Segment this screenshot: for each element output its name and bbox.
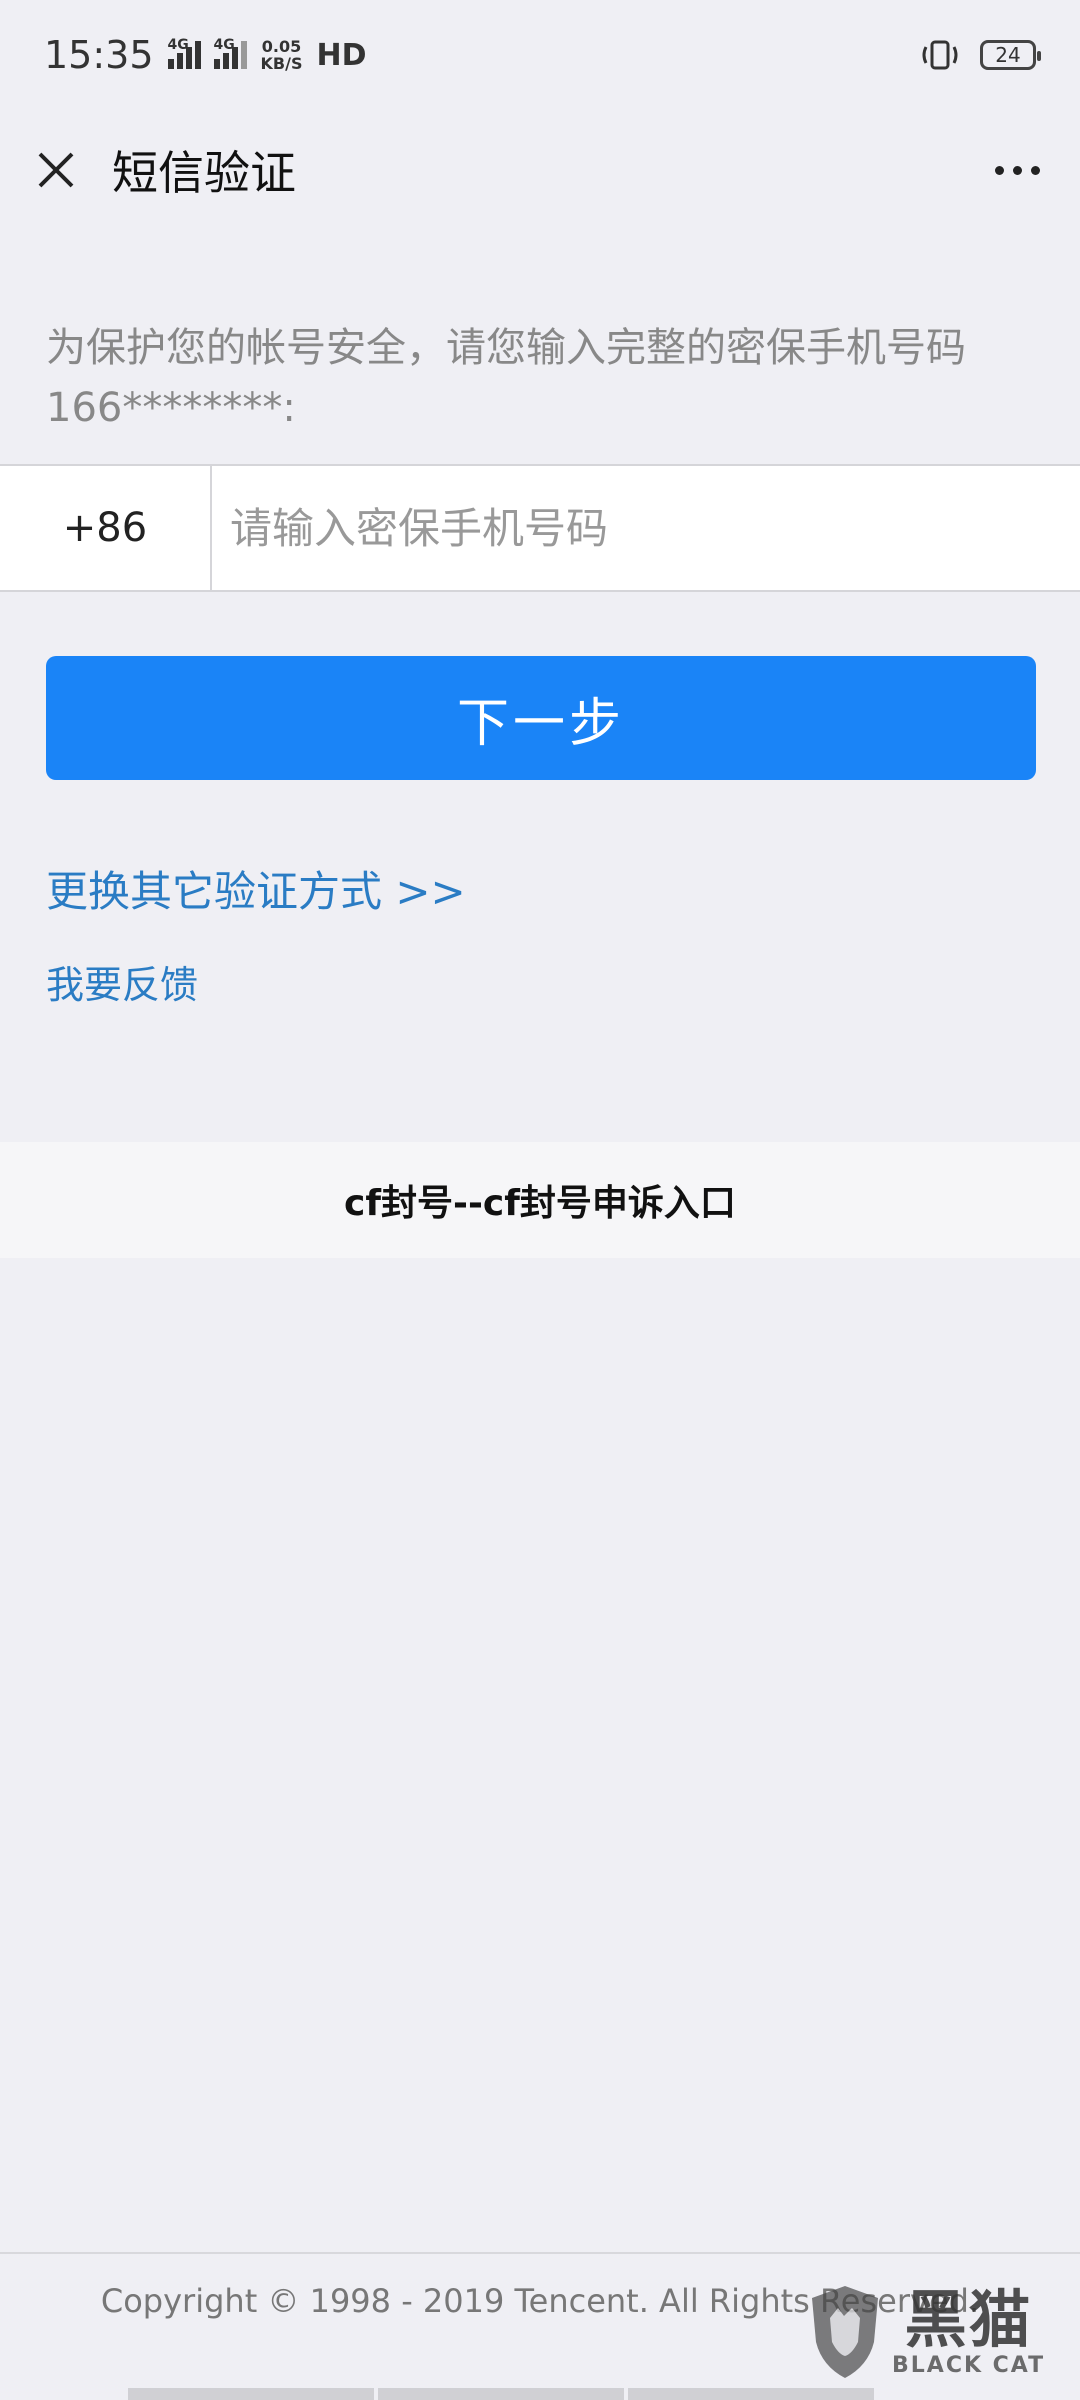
phone-input-row: +86: [0, 464, 1080, 592]
status-right: 24: [920, 39, 1041, 71]
footer-divider: [0, 2252, 1080, 2254]
country-code[interactable]: +86: [0, 466, 212, 590]
network-indicators: 4G 4G: [167, 37, 247, 69]
cat-shield-icon: [812, 2286, 878, 2378]
status-left: 15:35 4G 4G 0.05 KB/S HD: [44, 33, 367, 77]
vibrate-icon: [920, 39, 960, 71]
battery-icon: 24: [980, 40, 1041, 70]
status-time: 15:35: [44, 33, 154, 77]
phone-number-input[interactable]: [212, 466, 1080, 590]
bottom-indicator: [0, 2388, 1080, 2400]
feedback-link[interactable]: 我要反馈: [46, 954, 198, 1009]
signal-icon: 4G: [167, 37, 201, 69]
next-button[interactable]: 下一步: [46, 656, 1036, 780]
signal-icon-2: 4G: [213, 37, 247, 69]
watermark-en: BLACK CAT: [892, 2352, 1046, 2378]
watermark-cn: 黑猫: [904, 2282, 1033, 2356]
overlay-banner: cf封号--cf封号申诉入口: [0, 1142, 1080, 1258]
more-icon[interactable]: [995, 165, 1040, 175]
status-bar: 15:35 4G 4G 0.05 KB/S HD 24: [0, 0, 1080, 110]
instruction-text: 为保护您的帐号安全，请您输入完整的密保手机号码166********:: [46, 325, 966, 431]
close-icon[interactable]: [34, 148, 78, 192]
network-speed: 0.05 KB/S: [260, 37, 303, 73]
hd-icon: HD: [316, 37, 367, 73]
page-title: 短信验证: [112, 146, 296, 200]
nav-bar: 短信验证: [0, 110, 1080, 230]
switch-verification-link[interactable]: 更换其它验证方式 >>: [46, 858, 466, 919]
watermark: 黑猫 BLACK CAT: [808, 2282, 1045, 2382]
